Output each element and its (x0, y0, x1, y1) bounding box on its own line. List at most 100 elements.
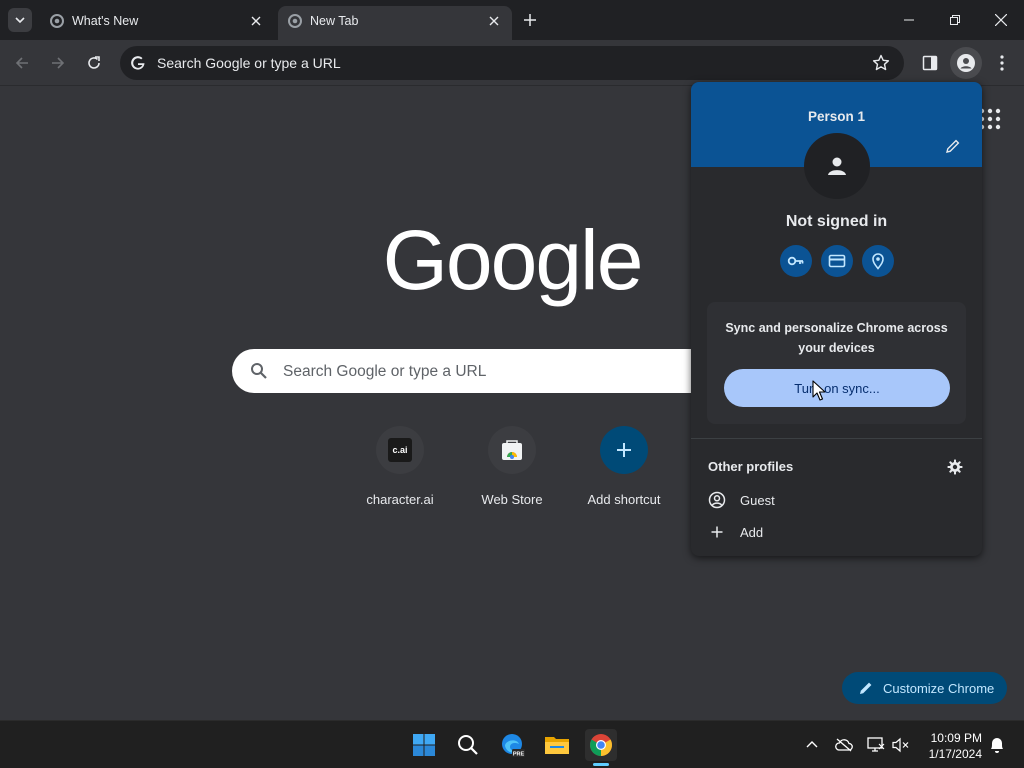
gear-icon[interactable] (947, 459, 963, 475)
cloud-offline-icon (835, 738, 853, 752)
windows-logo-icon (413, 734, 435, 756)
guest-profile-row[interactable]: Guest (708, 487, 968, 511)
close-window-button[interactable] (989, 8, 1013, 32)
character-ai-icon: c.ai (388, 438, 412, 462)
chrome-icon (590, 734, 612, 756)
edge-icon: PRE (502, 734, 525, 758)
omnibox-text: Search Google or type a URL (157, 55, 341, 71)
forward-button[interactable] (46, 51, 70, 75)
google-g-icon (131, 56, 145, 70)
restore-icon (950, 15, 960, 25)
folder-icon (545, 737, 569, 754)
shortcut-tile: c.ai (376, 426, 424, 474)
tab-close-button[interactable] (486, 13, 502, 29)
location-pin-icon (872, 253, 884, 270)
google-logo: Google (382, 213, 644, 307)
show-hidden-icons-button[interactable] (802, 735, 822, 755)
start-button[interactable] (408, 729, 440, 761)
bell-icon (991, 738, 1003, 753)
bookmark-star-icon[interactable] (872, 54, 890, 72)
chrome-icon (288, 14, 302, 28)
network-tray-icon[interactable] (866, 735, 886, 755)
add-label: Add (740, 525, 764, 540)
sync-promo-text: Sync and personalize Chrome across your … (725, 321, 948, 355)
tab-search-button[interactable] (8, 8, 32, 32)
reload-button[interactable] (82, 51, 106, 75)
autofill-shortcuts (780, 245, 894, 277)
minimize-button[interactable] (897, 8, 921, 32)
mouse-cursor-icon (812, 380, 826, 401)
person-icon (828, 157, 846, 175)
volume-tray-icon[interactable] (891, 735, 911, 755)
divider (691, 438, 982, 439)
tab-title: What's New (72, 14, 139, 28)
web-store-icon (502, 440, 522, 460)
side-panel-icon (922, 55, 938, 71)
guest-label: Guest (740, 493, 775, 508)
account-circle-icon (957, 54, 975, 72)
file-explorer-taskbar-button[interactable] (541, 729, 573, 761)
shortcut-character-ai[interactable]: c.ai character.ai (344, 426, 456, 516)
chevron-down-icon (15, 17, 25, 24)
plus-icon (711, 526, 723, 538)
arrow-right-icon (52, 57, 65, 69)
omnibox[interactable]: Search Google or type a URL (120, 46, 904, 80)
key-icon (787, 256, 804, 266)
turn-on-sync-button[interactable]: Turn on sync... (724, 369, 950, 407)
tab-title: New Tab (310, 14, 359, 28)
passwords-button[interactable] (780, 245, 812, 277)
search-taskbar-button[interactable] (452, 729, 484, 761)
sync-promo-card: Sync and personalize Chrome across your … (707, 302, 966, 424)
shortcut-web-store[interactable]: Web Store (456, 426, 568, 516)
edge-taskbar-button[interactable]: PRE (497, 729, 529, 761)
customize-label: Customize Chrome (883, 681, 995, 696)
back-button[interactable] (10, 51, 34, 75)
pencil-icon (860, 682, 872, 694)
clock-time: 10:09 PM (930, 731, 982, 745)
profile-button[interactable] (950, 47, 982, 79)
close-icon (489, 16, 499, 26)
notifications-button[interactable] (987, 735, 1007, 755)
profile-avatar (804, 133, 870, 199)
restore-button[interactable] (943, 8, 967, 32)
chrome-taskbar-button[interactable] (585, 729, 617, 761)
active-app-indicator (593, 763, 609, 766)
chevron-up-icon (806, 741, 818, 748)
onedrive-tray-icon[interactable] (834, 735, 854, 755)
chrome-menu-button[interactable] (990, 51, 1014, 75)
tab-strip: What's New New Tab (0, 0, 1024, 40)
taskbar-clock[interactable]: 10:09 PM 1/17/2024 (910, 730, 982, 762)
credit-card-icon (828, 254, 846, 268)
payment-methods-button[interactable] (821, 245, 853, 277)
shortcut-tile (600, 426, 648, 474)
customize-chrome-button[interactable]: Customize Chrome (842, 672, 1007, 704)
shortcut-label: character.ai (366, 492, 434, 507)
network-icon (867, 737, 885, 752)
tab-whats-new[interactable]: What's New (40, 6, 274, 40)
reload-icon (88, 56, 100, 69)
side-panel-button[interactable] (918, 51, 942, 75)
arrow-left-icon (15, 57, 28, 69)
addresses-button[interactable] (862, 245, 894, 277)
svg-text:PRE: PRE (513, 752, 525, 758)
taskbar: PRE 10:09 PM 1/17/2024 (0, 720, 1024, 768)
toolbar: Search Google or type a URL (0, 40, 1024, 86)
plus-icon (617, 443, 631, 457)
shortcut-label: Web Store (481, 492, 543, 507)
search-icon (251, 363, 267, 379)
edit-pencil-icon[interactable] (945, 138, 961, 154)
new-tab-button[interactable] (520, 10, 540, 30)
tab-new-tab[interactable]: New Tab (278, 6, 512, 40)
add-profile-row[interactable]: Add (708, 519, 968, 543)
shortcut-add[interactable]: Add shortcut (568, 426, 680, 516)
close-icon (995, 14, 1007, 26)
minimize-icon (904, 19, 914, 21)
sign-in-status: Not signed in (785, 213, 888, 230)
tab-close-button[interactable] (248, 13, 264, 29)
speaker-muted-icon (892, 737, 909, 753)
clock-date: 1/17/2024 (928, 747, 982, 761)
chrome-icon (50, 14, 64, 28)
more-vert-icon (1000, 55, 1004, 71)
guest-icon (708, 491, 726, 509)
plus-icon (524, 14, 536, 26)
